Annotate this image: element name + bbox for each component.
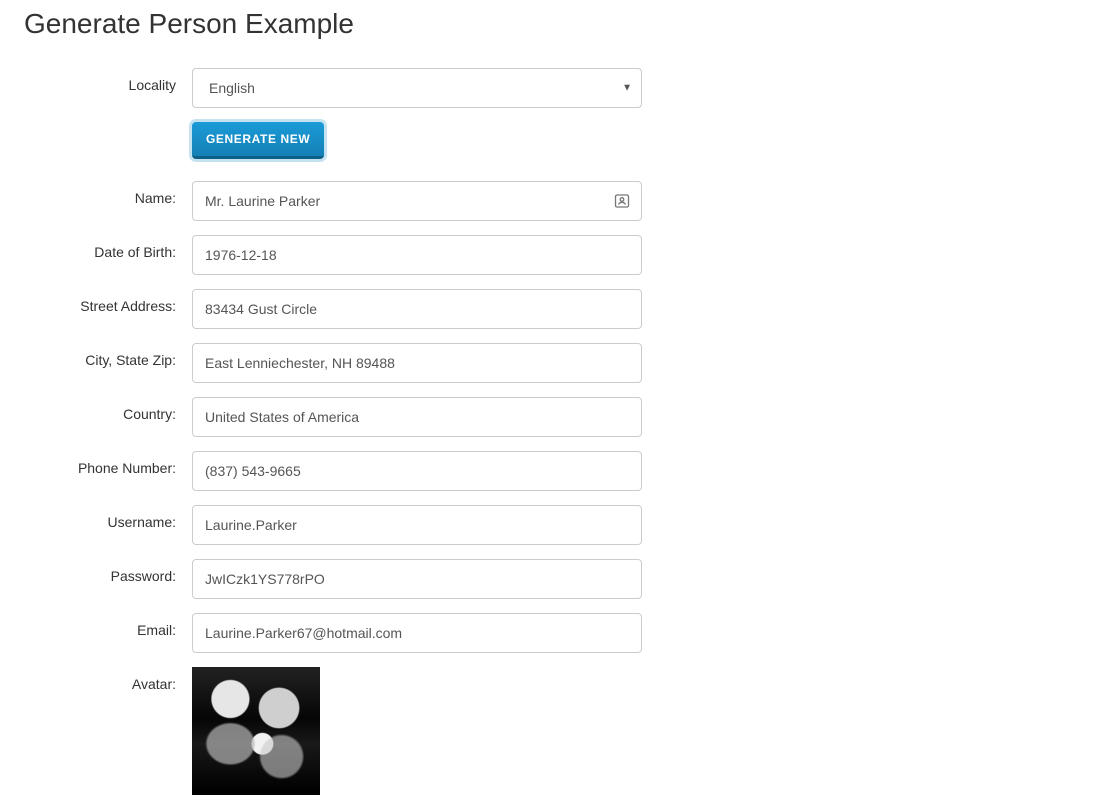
label-locality: Locality <box>24 68 192 93</box>
name-input[interactable] <box>192 181 642 221</box>
locality-selected-value: English <box>209 80 255 96</box>
row-locality: Locality English ▼ <box>24 68 1077 108</box>
row-email: Email: <box>24 613 1077 653</box>
label-password: Password: <box>24 559 192 584</box>
label-street: Street Address: <box>24 289 192 314</box>
avatar-image <box>192 667 320 795</box>
password-input[interactable] <box>192 559 642 599</box>
page-title: Generate Person Example <box>24 8 1077 40</box>
city-state-zip-input[interactable] <box>192 343 642 383</box>
label-phone: Phone Number: <box>24 451 192 476</box>
label-username: Username: <box>24 505 192 530</box>
label-avatar: Avatar: <box>24 667 192 692</box>
label-dob: Date of Birth: <box>24 235 192 260</box>
row-generate: GENERATE NEW <box>24 122 1077 159</box>
generate-new-button[interactable]: GENERATE NEW <box>192 122 324 159</box>
contact-card-icon <box>614 193 630 209</box>
row-phone: Phone Number: <box>24 451 1077 491</box>
row-password: Password: <box>24 559 1077 599</box>
locality-select[interactable]: English ▼ <box>192 68 642 108</box>
email-input[interactable] <box>192 613 642 653</box>
country-input[interactable] <box>192 397 642 437</box>
row-username: Username: <box>24 505 1077 545</box>
row-street: Street Address: <box>24 289 1077 329</box>
row-country: Country: <box>24 397 1077 437</box>
row-avatar: Avatar: <box>24 667 1077 795</box>
username-input[interactable] <box>192 505 642 545</box>
label-country: Country: <box>24 397 192 422</box>
label-city-state-zip: City, State Zip: <box>24 343 192 368</box>
street-input[interactable] <box>192 289 642 329</box>
phone-input[interactable] <box>192 451 642 491</box>
dob-input[interactable] <box>192 235 642 275</box>
label-name: Name: <box>24 181 192 206</box>
label-email: Email: <box>24 613 192 638</box>
row-dob: Date of Birth: <box>24 235 1077 275</box>
row-city-state-zip: City, State Zip: <box>24 343 1077 383</box>
row-name: Name: <box>24 181 1077 221</box>
